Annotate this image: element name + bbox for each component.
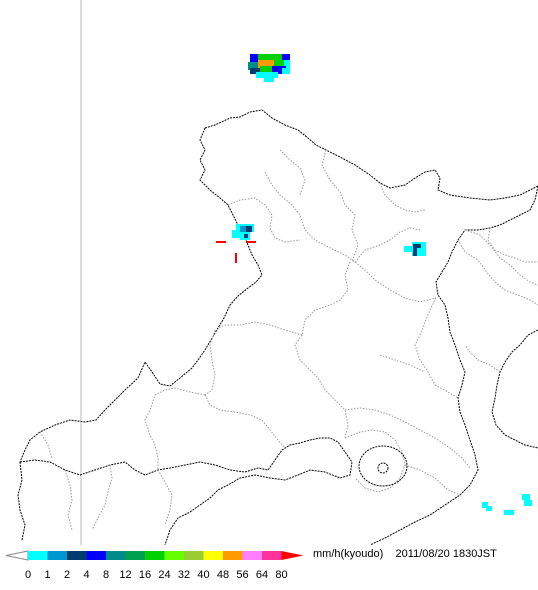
legend-swatch bbox=[67, 551, 87, 560]
legend-swatch bbox=[262, 551, 282, 560]
precip-cells-north-island bbox=[248, 54, 290, 82]
coastline-east-peninsula bbox=[491, 329, 538, 449]
precip-cells-southeast bbox=[482, 494, 532, 515]
legend-swatch bbox=[223, 551, 243, 560]
legend-swatch bbox=[145, 551, 165, 560]
location-crosshair-marker bbox=[216, 241, 256, 263]
admin-boundaries bbox=[39, 149, 538, 531]
legend-swatch bbox=[203, 551, 223, 560]
legend-swatch bbox=[164, 551, 184, 560]
legend-high-arrow bbox=[281, 551, 304, 560]
legend-swatch bbox=[242, 551, 262, 560]
legend-tick-label: 80 bbox=[275, 569, 288, 581]
legend-swatch bbox=[28, 551, 48, 560]
legend-swatch bbox=[125, 551, 145, 560]
legend-swatch bbox=[106, 551, 126, 560]
map-canvas bbox=[17, 0, 538, 545]
legend-unit-label: mm/h(kyoudo) bbox=[313, 548, 384, 560]
precip-cells-coast bbox=[232, 224, 254, 240]
legend-timestamp: 2011/08/20 1830JST bbox=[395, 548, 497, 560]
legend-swatch bbox=[86, 551, 106, 560]
legend-swatch bbox=[47, 551, 67, 560]
coastline-east bbox=[369, 185, 538, 545]
legend-low-arrow bbox=[5, 550, 29, 561]
radar-map bbox=[0, 0, 538, 545]
coastline-west bbox=[19, 127, 263, 463]
coastline-southwest bbox=[17, 461, 26, 541]
precip-cells-inland bbox=[404, 242, 426, 256]
coastline bbox=[204, 109, 538, 201]
coastline-south bbox=[19, 437, 353, 545]
legend-swatch bbox=[184, 551, 204, 560]
legend-caption: mm/h(kyoudo) 2011/08/20 1830JST bbox=[313, 548, 497, 560]
volcano-contour bbox=[358, 445, 408, 487]
